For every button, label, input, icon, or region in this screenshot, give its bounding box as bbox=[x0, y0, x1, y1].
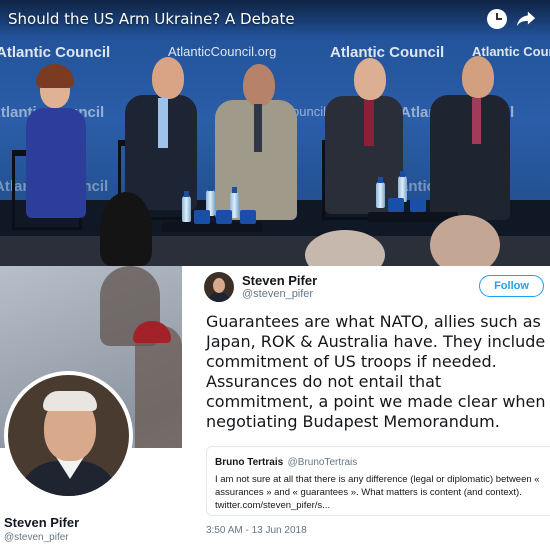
quoted-tweet-text: I am not sure at all that there is any d… bbox=[215, 474, 540, 511]
avatar-photo bbox=[8, 375, 129, 496]
water-bottle bbox=[182, 191, 191, 222]
audience-head bbox=[100, 192, 152, 266]
backdrop-url-text: AtlanticCouncil.org bbox=[168, 44, 277, 59]
quoted-author-name: Bruno Tertrais bbox=[215, 457, 284, 468]
quoted-author-handle: @BrunoTertrais bbox=[287, 457, 358, 468]
quoted-tweet[interactable]: Bruno Tertrais @BrunoTertrais I am not s… bbox=[206, 446, 550, 516]
video-player[interactable]: Atlantic Council AtlanticCouncil.org Atl… bbox=[0, 0, 550, 266]
cup bbox=[216, 210, 232, 224]
banner-figure bbox=[135, 326, 182, 456]
cup bbox=[388, 198, 404, 212]
follow-button[interactable]: Follow bbox=[479, 275, 544, 297]
cup bbox=[410, 198, 426, 212]
cup bbox=[240, 210, 256, 224]
tweet-author-name[interactable]: Steven Pifer bbox=[242, 273, 317, 288]
video-title: Should the US Arm Ukraine? A Debate bbox=[8, 10, 295, 28]
backdrop-logo-text: Atlantic Council bbox=[330, 44, 445, 61]
profile-handle: @steven_pifer bbox=[4, 532, 69, 543]
tweet-author-avatar[interactable] bbox=[204, 272, 234, 302]
audience-head bbox=[430, 215, 500, 266]
profile-avatar[interactable] bbox=[4, 371, 133, 500]
tweet-text: Guarantees are what NATO, allies such as… bbox=[206, 312, 546, 431]
tweet-card: Steven Pifer @steven_pifer Follow Guaran… bbox=[194, 266, 550, 545]
clock-icon[interactable] bbox=[487, 9, 507, 29]
panel-divider bbox=[182, 266, 194, 545]
tweet-author-handle: @steven_pifer bbox=[242, 288, 314, 300]
share-icon[interactable] bbox=[515, 8, 537, 30]
cup bbox=[194, 210, 210, 224]
tweet-timestamp[interactable]: 3:50 AM - 13 Jun 2018 bbox=[206, 525, 307, 536]
backdrop-logo-text: Atlantic Council bbox=[0, 44, 111, 61]
water-bottle bbox=[376, 177, 385, 208]
profile-name[interactable]: Steven Pifer bbox=[4, 515, 79, 530]
